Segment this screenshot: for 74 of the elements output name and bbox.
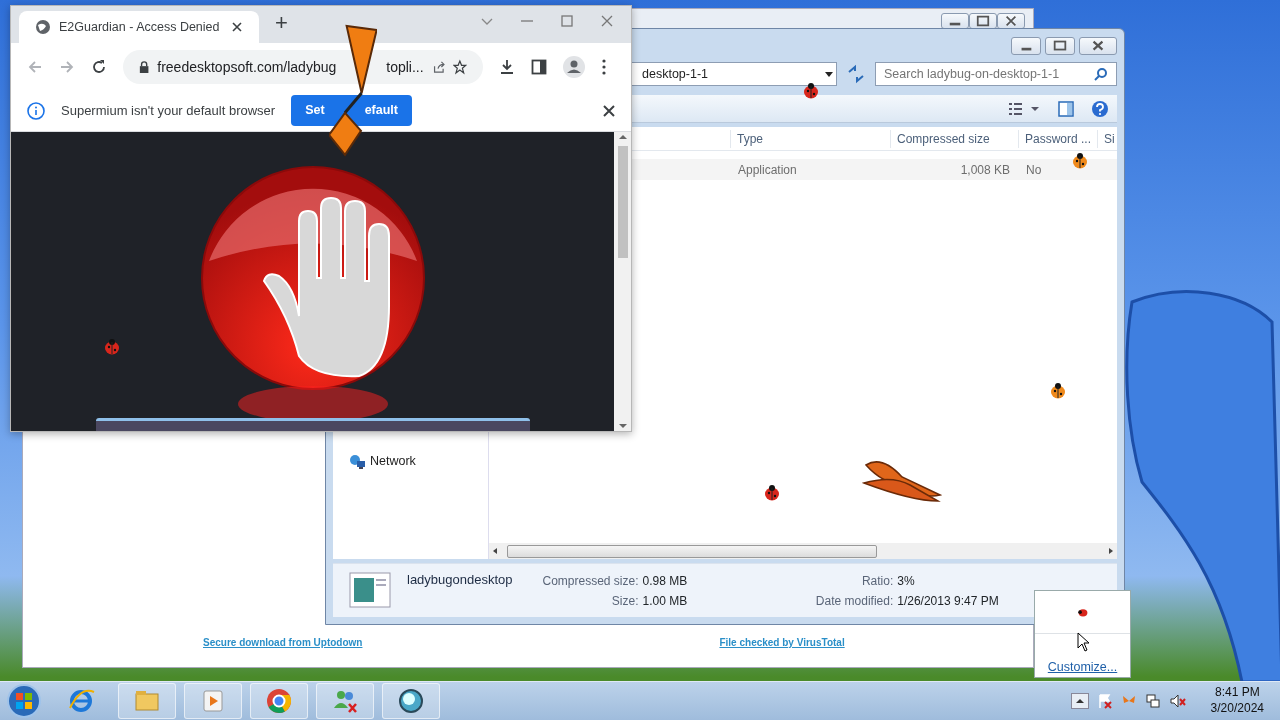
field-value: 1.00 MB xyxy=(642,593,688,610)
vertical-scrollbar[interactable] xyxy=(614,132,631,431)
new-tab-button[interactable]: + xyxy=(275,6,288,40)
preview-pane-icon[interactable] xyxy=(1057,99,1075,118)
down-arrow-icon xyxy=(617,421,628,431)
column-header[interactable]: Compressed size xyxy=(890,129,1018,148)
taskbar-button[interactable] xyxy=(382,683,440,719)
up-arrow-icon xyxy=(617,132,628,142)
link[interactable]: File checked by VirusTotal xyxy=(719,635,845,650)
flag-icon[interactable] xyxy=(1096,693,1113,709)
file-thumbnail-icon xyxy=(349,572,391,608)
search-field[interactable]: Search ladybug-on-desktop-1-1 xyxy=(875,62,1117,86)
help-icon[interactable] xyxy=(1091,99,1109,118)
network-icon xyxy=(349,453,366,470)
table-cell-text: No xyxy=(1025,161,1043,179)
close-button[interactable] xyxy=(1079,37,1117,55)
network-icon[interactable] xyxy=(1144,693,1161,709)
minimize-button[interactable] xyxy=(1011,37,1041,55)
address-bar[interactable]: freedesktopsoft.com/ladybug topli... xyxy=(123,50,483,85)
restore-button[interactable] xyxy=(1045,37,1075,55)
scrollbar-thumb[interactable] xyxy=(617,146,628,258)
show-hidden-icons-button[interactable] xyxy=(1070,693,1089,709)
ladybug-icon xyxy=(802,82,820,100)
restore-icon[interactable] xyxy=(969,13,997,29)
field-label: Ratio: xyxy=(860,573,894,590)
field-value: 0.98 MB xyxy=(642,573,688,590)
field-label: Size: xyxy=(610,593,639,610)
caret-icon xyxy=(822,69,836,79)
nav-item[interactable]: Network xyxy=(333,452,488,471)
profile-icon[interactable] xyxy=(563,56,585,79)
view-icon[interactable] xyxy=(1007,100,1041,117)
url-text: freedesktopsoft.com/ladybug xyxy=(157,57,337,77)
customize-link[interactable]: Customize... xyxy=(1047,658,1118,677)
share-icon[interactable] xyxy=(431,59,446,76)
ladybug-icon xyxy=(103,338,121,356)
field-label: Date modified: xyxy=(814,593,894,610)
start-orb-icon[interactable] xyxy=(4,683,44,719)
clock[interactable]: 8:41 PM 3/20/2024 xyxy=(1210,685,1264,717)
horizontal-scrollbar[interactable] xyxy=(489,543,1117,559)
lock-icon xyxy=(139,60,150,75)
ladybug-icon xyxy=(763,484,781,502)
column-header[interactable]: Type xyxy=(730,129,890,148)
browser-tab[interactable]: E2Guardian - Access Denied xyxy=(19,11,259,44)
infobar-message: Supermium isn't your default browser xyxy=(61,102,276,121)
taskbar-button[interactable] xyxy=(250,683,308,719)
url-text: topli... xyxy=(386,57,424,77)
set-default-button[interactable]: Set efault xyxy=(291,95,412,127)
column-header[interactable]: Si xyxy=(1097,129,1117,148)
ladybug-icon[interactable] xyxy=(1075,607,1090,618)
info-icon xyxy=(27,101,45,120)
close-icon[interactable] xyxy=(997,13,1025,29)
field-value: 3% xyxy=(897,573,916,590)
column-header[interactable]: Password ... xyxy=(1018,129,1097,148)
table-cell-text: 1,008 KB xyxy=(959,161,1011,179)
link[interactable]: Secure download from Uptodown xyxy=(203,635,363,650)
reload-icon[interactable] xyxy=(91,59,107,76)
chrome-icon xyxy=(264,686,294,716)
menu-icon[interactable] xyxy=(601,59,607,76)
field-value: 1/26/2013 9:47 PM xyxy=(897,593,999,610)
close-icon[interactable] xyxy=(603,104,615,117)
field-label: Compressed size: xyxy=(541,573,639,590)
side-panel-icon[interactable] xyxy=(531,59,547,76)
ladybug-icon xyxy=(1049,382,1067,400)
minimize-icon[interactable] xyxy=(941,13,969,29)
search-icon xyxy=(1094,67,1108,81)
scrollbar-thumb[interactable] xyxy=(507,544,877,558)
ladybug-icon xyxy=(1071,152,1089,170)
table-cell-text: Application xyxy=(737,161,798,179)
mouse-pointer-icon xyxy=(1077,632,1091,652)
download-icon[interactable] xyxy=(499,59,515,76)
file-name: ladybugondesktop xyxy=(407,571,513,589)
speaker-muted-icon[interactable] xyxy=(1168,693,1187,709)
close-icon[interactable] xyxy=(231,21,243,34)
star-icon[interactable] xyxy=(453,59,467,76)
